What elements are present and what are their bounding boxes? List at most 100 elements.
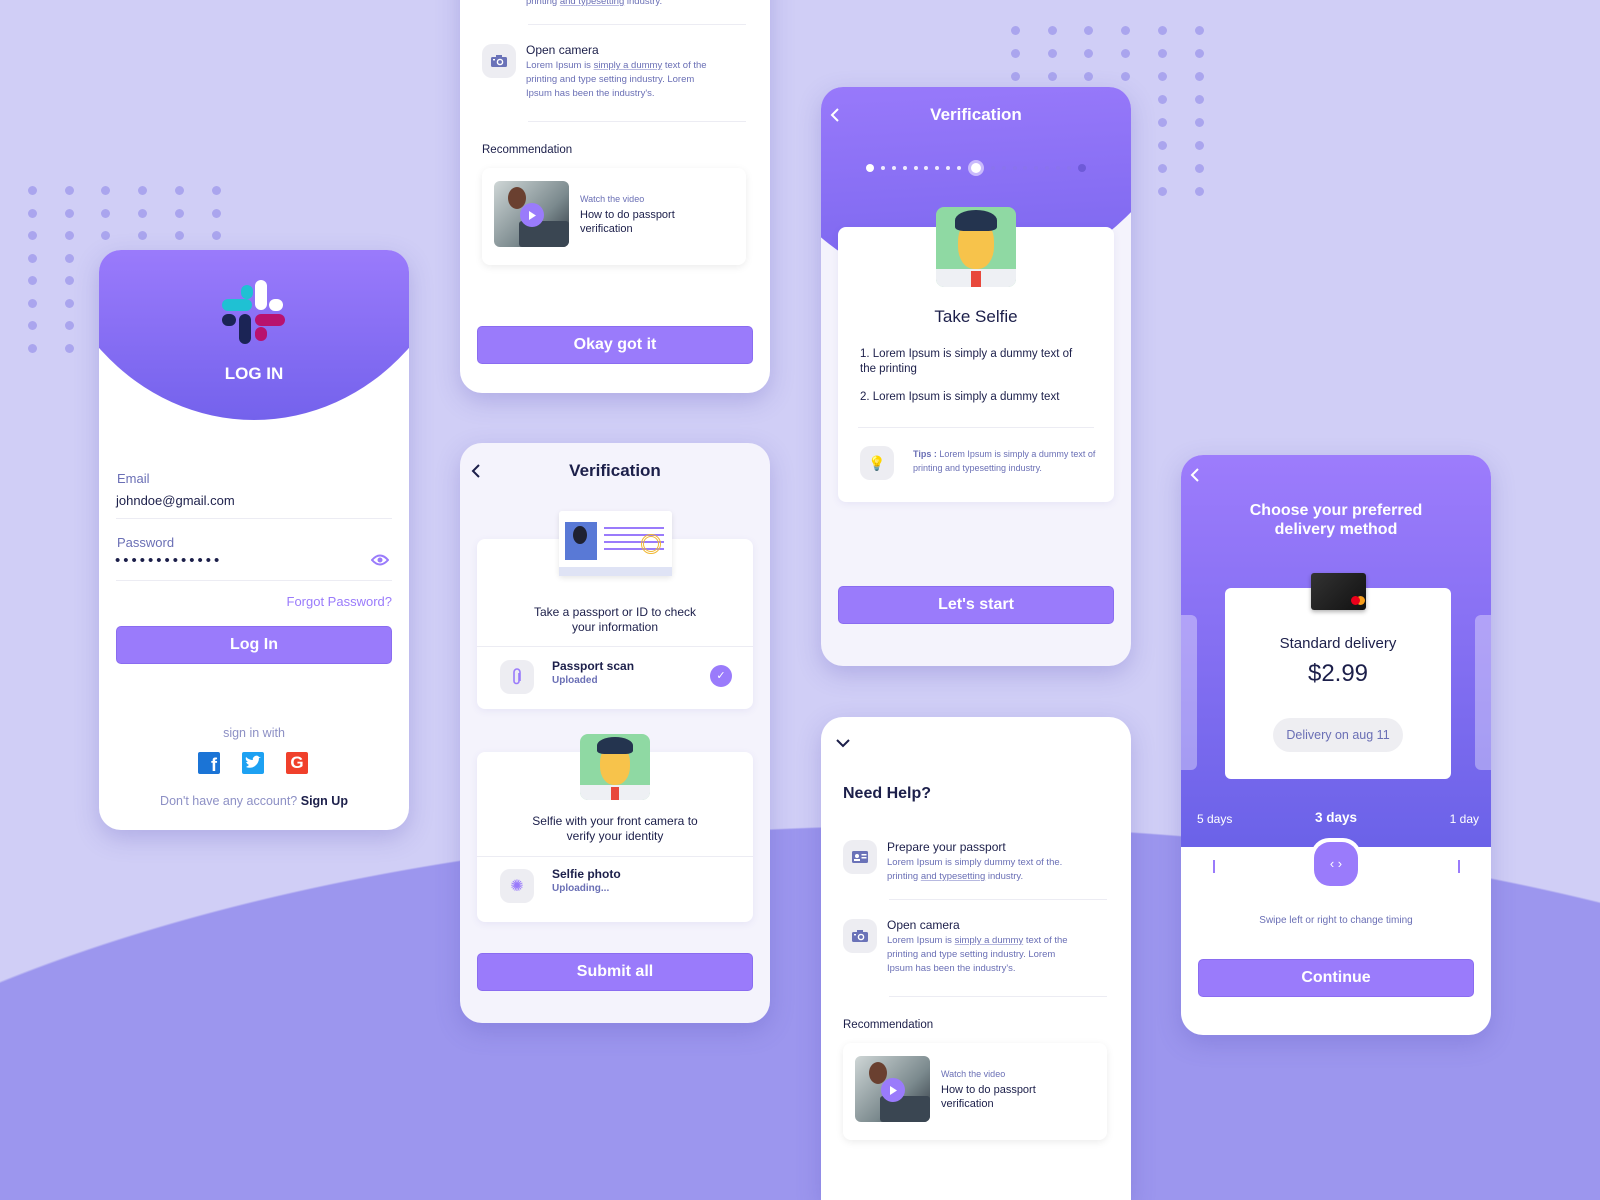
divider xyxy=(889,996,1107,997)
option-price: $2.99 xyxy=(1307,660,1369,687)
decor-dot xyxy=(138,231,148,240)
play-icon[interactable] xyxy=(520,203,544,227)
timing-3-days[interactable]: 3 days xyxy=(1181,810,1491,825)
decor-dot xyxy=(28,186,37,195)
step-dot xyxy=(1066,166,1071,170)
decor-dot xyxy=(1047,49,1057,58)
decor-dot xyxy=(211,208,221,218)
step-dot xyxy=(913,166,918,170)
step-dot xyxy=(946,166,951,170)
back-icon[interactable] xyxy=(1189,467,1201,483)
selfie-step-screen: Verification Take Selfie 1. Lorem Ipsum … xyxy=(821,87,1131,666)
decor-dot xyxy=(1157,141,1167,150)
desc-text: industry. xyxy=(985,871,1024,882)
decor-dot xyxy=(1157,49,1167,58)
next-option-card[interactable] xyxy=(1475,615,1491,770)
decor-dot xyxy=(1157,26,1167,35)
decor-dot xyxy=(1157,187,1167,196)
email-underline xyxy=(116,518,392,519)
decor-dot xyxy=(1194,141,1204,150)
step-dot xyxy=(1023,166,1028,170)
login-button[interactable]: Log In xyxy=(116,626,392,664)
slider-track-tick-left xyxy=(1213,860,1215,873)
collapse-chevron-icon[interactable] xyxy=(835,737,851,749)
help-screen-top: Need Help? Prepare your passport Lorem I… xyxy=(460,0,770,393)
timing-1-day[interactable]: 1 day xyxy=(1450,812,1479,826)
delivery-option-card[interactable]: Standard delivery $2.99 Delivery on aug … xyxy=(1225,588,1451,779)
passport-caption: Take a passport or ID to check your info… xyxy=(533,605,697,634)
sign-up-link[interactable]: Sign Up xyxy=(301,794,348,808)
step-dot xyxy=(1077,164,1086,172)
lets-start-button[interactable]: Let's start xyxy=(838,586,1114,624)
help-item-title: Open camera xyxy=(887,918,960,932)
decor-dot xyxy=(138,186,148,195)
paperclip-icon xyxy=(500,660,534,694)
step-dot xyxy=(967,160,984,176)
desc-link[interactable]: and typesetting xyxy=(560,0,624,7)
desc-text: Lorem Ipsum is xyxy=(526,60,594,71)
eye-icon[interactable] xyxy=(371,553,389,567)
okay-got-it-button[interactable]: Okay got it xyxy=(477,326,753,364)
login-screen: LOG IN Email johndoe@gmail.com Password … xyxy=(99,250,409,830)
decor-dot xyxy=(101,186,111,195)
step-dot xyxy=(1045,166,1050,170)
facebook-icon[interactable]: f xyxy=(198,752,220,775)
decor-dot xyxy=(1047,72,1057,81)
selfie-avatar xyxy=(580,734,650,800)
submit-all-button[interactable]: Submit all xyxy=(477,953,753,991)
instruction-step-1: 1. Lorem Ipsum is simply a dummy text of… xyxy=(860,348,1073,375)
id-card-icon xyxy=(843,840,877,874)
decor-dot xyxy=(1194,26,1204,35)
no-account-text: Don't have any account? xyxy=(160,794,298,808)
tips-body: Lorem Ipsum is simply a dummy text of pr… xyxy=(913,449,1096,473)
credit-card-image xyxy=(1311,573,1366,610)
video-thumbnail xyxy=(494,181,569,247)
desc-link[interactable]: simply a dummy xyxy=(955,935,1024,946)
google-icon[interactable]: G xyxy=(286,752,308,774)
decor-dot xyxy=(1084,72,1094,81)
timing-slider-handle[interactable]: ‹ › xyxy=(1314,842,1358,886)
desc-link[interactable]: and typesetting xyxy=(921,871,985,882)
video-recommendation-card[interactable]: Watch the video How to do passport verif… xyxy=(843,1043,1107,1140)
loading-spinner-icon: ✺ xyxy=(500,869,534,903)
step-dot xyxy=(891,166,896,170)
previous-option-card[interactable] xyxy=(1181,615,1197,770)
step-dot xyxy=(957,166,961,170)
tips-label: Tips : xyxy=(913,449,937,459)
decor-dot xyxy=(64,231,74,240)
video-recommendation-card[interactable]: Watch the video How to do passport verif… xyxy=(482,168,746,265)
recommendation-label: Recommendation xyxy=(843,1019,934,1031)
help-item-description: Lorem Ipsum is simply a dummy text of th… xyxy=(887,934,1077,976)
help-screen-bottom: Need Help? Prepare your passport Lorem I… xyxy=(821,717,1131,1200)
page-title: Verification xyxy=(930,105,1022,124)
twitter-icon[interactable] xyxy=(242,752,264,774)
forgot-password-link[interactable]: Forgot Password? xyxy=(287,594,393,609)
decor-dot xyxy=(64,208,74,218)
instruction-step-2: 2. Lorem Ipsum is simply a dummy text xyxy=(860,391,1060,403)
decor-dot xyxy=(1011,49,1020,58)
video-kicker: Watch the video xyxy=(580,194,645,204)
slider-track-tick-right xyxy=(1458,860,1460,873)
decor-dot xyxy=(138,208,148,218)
decor-dot xyxy=(101,231,111,240)
password-field[interactable]: ••••••••••••• xyxy=(115,552,222,569)
decor-dot xyxy=(64,321,74,330)
decor-dot xyxy=(28,208,37,218)
password-label: Password xyxy=(117,535,175,550)
desc-link[interactable]: simply a dummy xyxy=(594,60,663,71)
divider xyxy=(889,899,1107,900)
help-item-description: Lorem Ipsum is simply a dummy text of th… xyxy=(526,59,716,101)
play-icon[interactable] xyxy=(881,1078,905,1102)
camera-icon xyxy=(843,919,877,953)
email-field[interactable]: johndoe@gmail.com xyxy=(116,493,235,508)
step-dot xyxy=(924,166,929,170)
email-label: Email xyxy=(117,471,150,486)
divider xyxy=(477,856,753,857)
video-kicker: Watch the video xyxy=(941,1069,1006,1079)
decor-dot xyxy=(28,321,37,330)
selfie-heading: Take Selfie xyxy=(934,307,1018,326)
desc-text: Lorem Ipsum is simply dummy text of the. xyxy=(887,857,1063,868)
swipe-hint: Swipe left or right to change timing xyxy=(1259,915,1413,926)
continue-button[interactable]: Continue xyxy=(1198,959,1474,997)
selfie-caption: Selfie with your front camera to verify … xyxy=(532,814,698,843)
